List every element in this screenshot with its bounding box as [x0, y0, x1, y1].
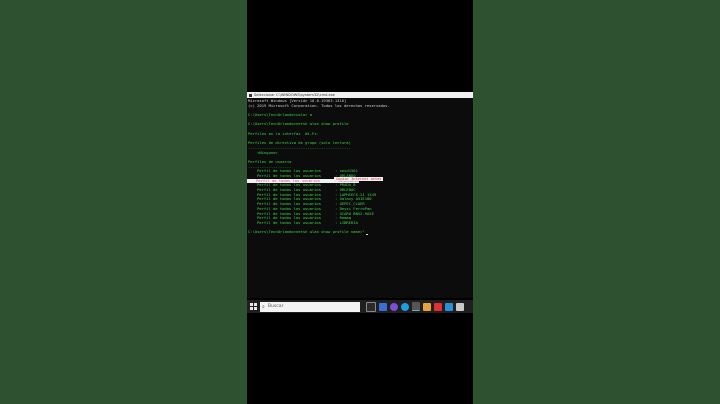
prompt-text: C:\Users\TecnOrlando>netsh wlan show pro… [248, 229, 365, 235]
background-left [0, 0, 247, 404]
vscode-icon[interactable] [379, 302, 387, 311]
file-explorer-icon[interactable] [423, 302, 431, 311]
windows-logo-icon [250, 303, 257, 310]
cmd-window[interactable]: Seleccionar C:\WINDOWS\system32\cmd.exe … [247, 92, 473, 298]
console-output[interactable]: Microsoft Windows [Versión 10.0.19363.13… [247, 98, 473, 235]
cmd-icon [249, 93, 252, 97]
cursor [365, 233, 368, 235]
profile-name: : LIBRERIA [335, 219, 358, 225]
header-lines: Microsoft Windows [Versión 10.0.19363.13… [248, 98, 472, 169]
autocomplete-suggestion[interactable]: Copiar Internet antes [334, 177, 384, 181]
app2-icon[interactable] [434, 302, 442, 311]
mail-icon[interactable] [445, 302, 453, 311]
search-box[interactable]: ⌕ Buscar [260, 301, 360, 312]
window-title: Seleccionar C:\WINDOWS\system32\cmd.exe [254, 93, 335, 97]
search-placeholder: Buscar [267, 304, 284, 309]
taskbar: ⌕ Buscar [247, 300, 473, 313]
prompt-line[interactable]: C:\Users\TecnOrlando>netsh wlan show pro… [248, 229, 472, 235]
edge-icon[interactable] [401, 302, 409, 311]
app-icon[interactable] [390, 302, 398, 311]
task-view-icon[interactable] [366, 301, 376, 312]
taskbar-icons [366, 301, 464, 312]
search-icon: ⌕ [262, 303, 265, 310]
profile-label: Perfil de todos los usuarios [257, 219, 322, 225]
app3-icon[interactable] [456, 302, 464, 311]
start-button[interactable] [247, 300, 260, 313]
background-right [473, 0, 720, 404]
cmd-taskbar-icon[interactable] [412, 302, 420, 311]
